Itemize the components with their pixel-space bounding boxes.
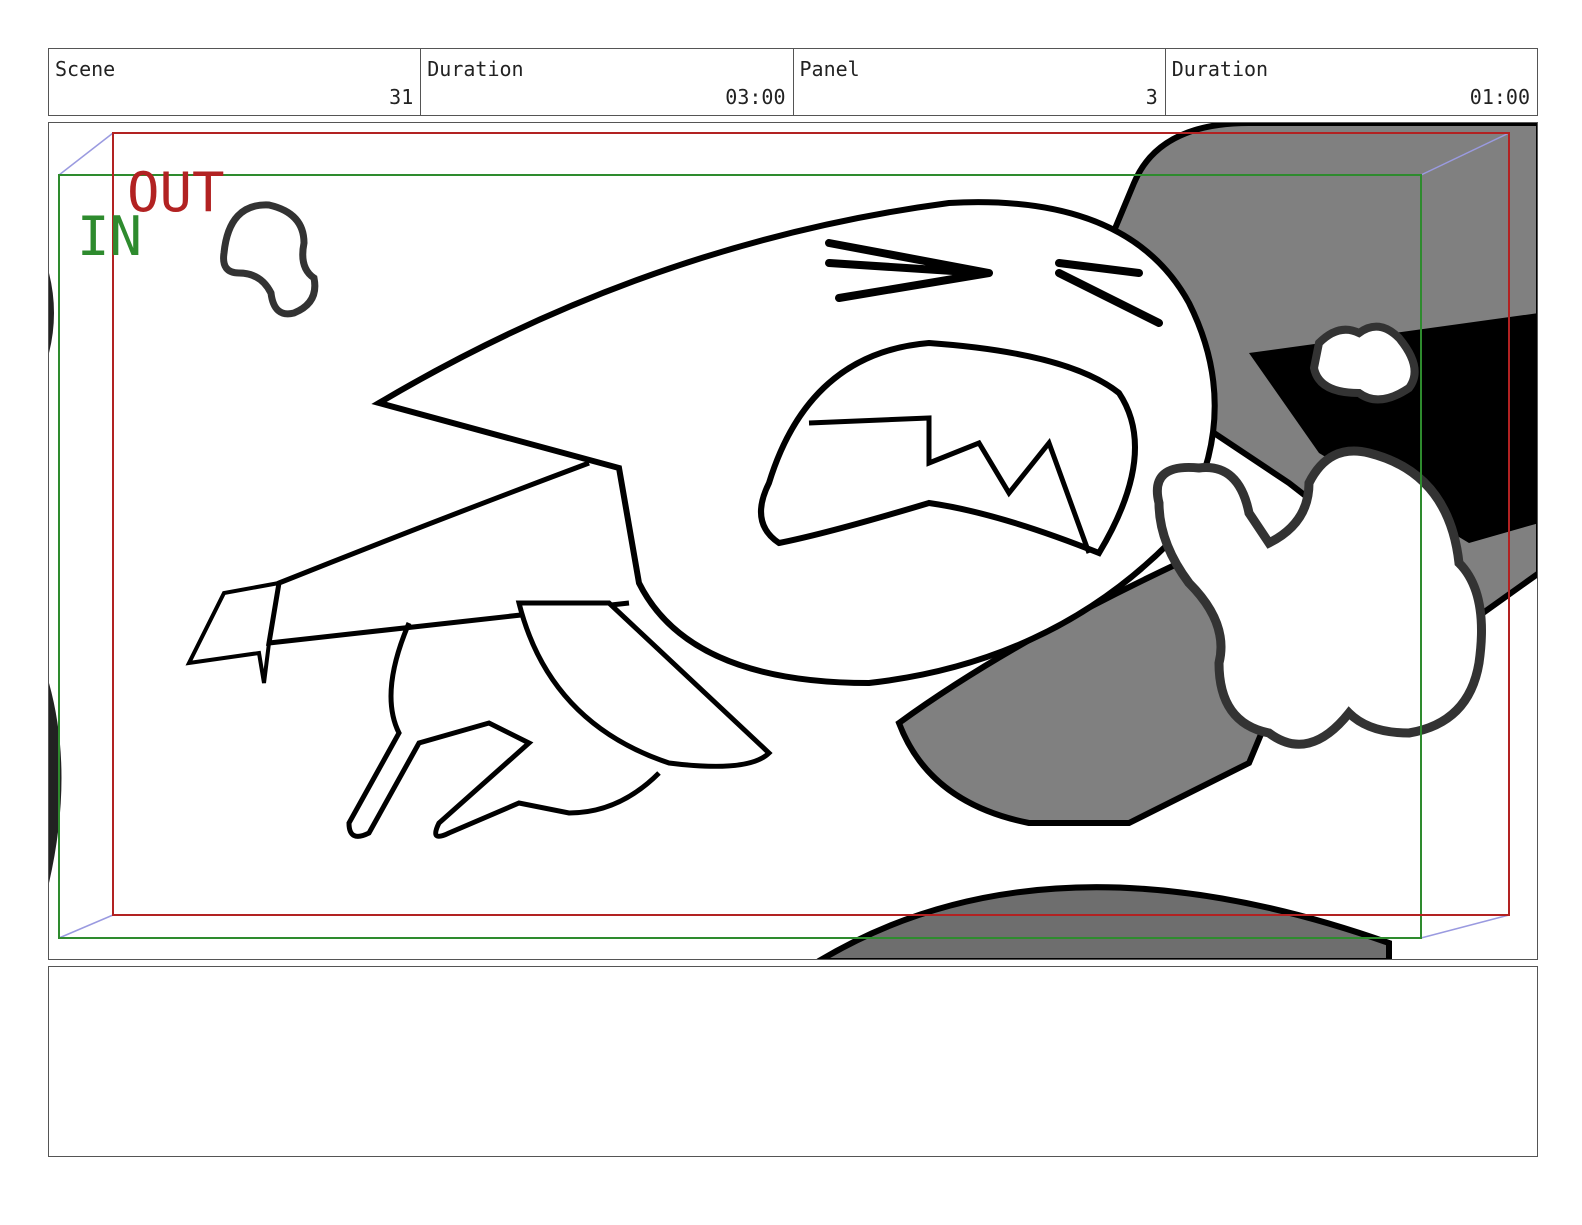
panel-label: Panel bbox=[799, 57, 860, 81]
panel-cell: Panel 3 bbox=[794, 49, 1166, 115]
scene-label: Scene bbox=[55, 57, 116, 81]
ground-shape bbox=[816, 884, 1392, 959]
storyboard-panel: OUT IN bbox=[48, 122, 1538, 960]
scene-duration-label: Duration bbox=[427, 57, 524, 81]
panel-duration-label: Duration bbox=[1171, 57, 1269, 81]
scene-cell: Scene 31 bbox=[49, 49, 422, 115]
scene-value: 31 bbox=[389, 85, 414, 109]
panel-drawing: OUT IN bbox=[49, 123, 1537, 959]
panel-duration-cell: Duration 01:00 bbox=[1166, 49, 1537, 115]
scene-duration-cell: Duration 03:00 bbox=[421, 49, 794, 115]
character-hand bbox=[185, 581, 280, 684]
panel-duration-value: 01:00 bbox=[1469, 85, 1530, 109]
smoke-puff-corner bbox=[220, 201, 319, 318]
panel-value: 3 bbox=[1145, 85, 1158, 109]
panel-notes-box[interactable] bbox=[48, 966, 1538, 1157]
header-row: Scene 31 Duration 03:00 Panel 3 Duration… bbox=[48, 48, 1538, 116]
smoke-puff-small bbox=[1309, 322, 1419, 404]
scene-duration-value: 03:00 bbox=[725, 85, 786, 109]
in-frame-label: IN bbox=[77, 205, 142, 268]
